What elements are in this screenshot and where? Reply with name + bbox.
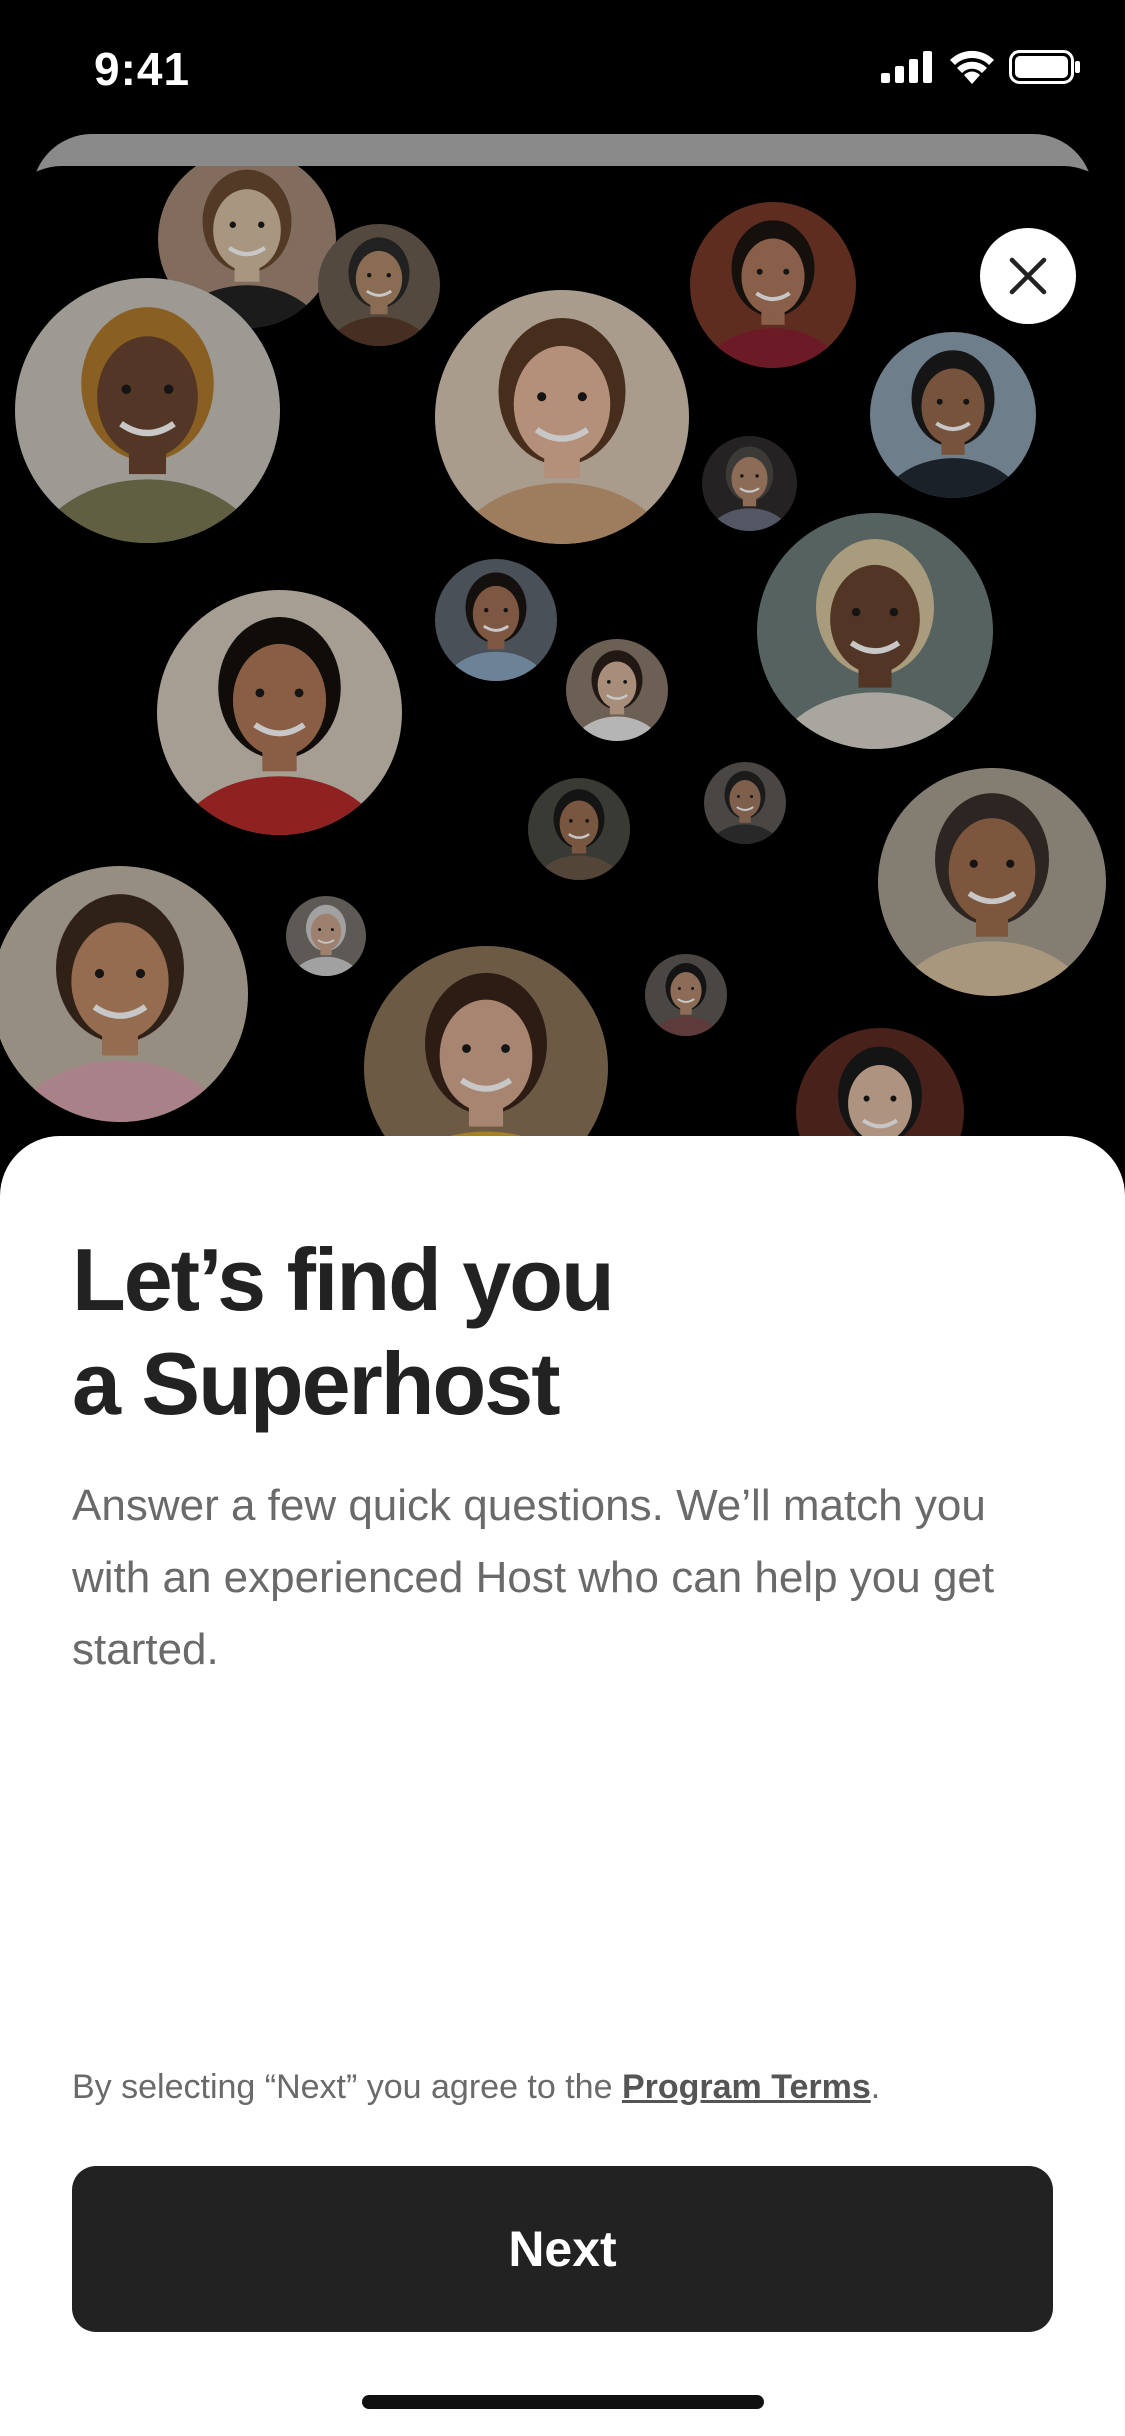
host-avatar	[528, 778, 630, 880]
host-avatar	[435, 290, 689, 544]
host-avatar	[435, 559, 557, 681]
status-icons	[881, 50, 1081, 84]
status-time: 9:41	[94, 43, 191, 95]
next-button[interactable]: Next	[72, 2166, 1053, 2332]
host-avatar	[15, 278, 280, 543]
host-avatar	[702, 436, 797, 531]
battery-icon	[1009, 50, 1080, 84]
host-avatar	[566, 639, 668, 741]
page-title-line-1: Let’s find you	[72, 1230, 615, 1329]
page-title-line-2: a Superhost	[72, 1334, 561, 1433]
program-terms-link[interactable]: Program Terms	[622, 2068, 871, 2106]
close-icon	[1009, 257, 1047, 295]
host-avatar	[645, 954, 727, 1036]
close-button[interactable]	[980, 228, 1076, 324]
page-subtitle: Answer a few quick questions. We’ll matc…	[72, 1481, 995, 1674]
host-avatar	[286, 896, 366, 976]
terms-suffix: .	[870, 2068, 881, 2106]
status-bar: 9:41	[0, 0, 1125, 140]
cellular-signal-icon	[881, 51, 932, 83]
terms-prefix: By selecting “Next” you agree to the	[72, 2068, 622, 2106]
wifi-icon	[950, 50, 994, 84]
page-title: Let’s find you a Superhost	[72, 1228, 1072, 1436]
host-avatar	[318, 224, 440, 346]
host-avatar	[704, 762, 786, 844]
host-avatar	[878, 768, 1106, 996]
host-avatar	[757, 513, 993, 749]
host-avatar	[870, 332, 1036, 498]
host-avatar	[157, 590, 402, 835]
host-avatar	[0, 866, 248, 1122]
terms-notice: By selecting “Next” you agree to the Pro…	[72, 2068, 880, 2107]
host-avatar	[690, 202, 856, 368]
home-indicator	[362, 2395, 764, 2409]
